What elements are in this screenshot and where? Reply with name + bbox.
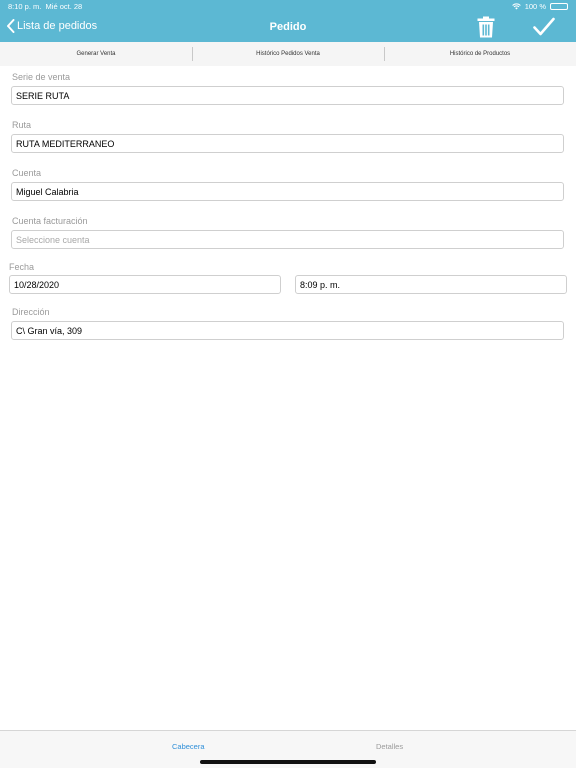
trash-icon[interactable]: [477, 16, 495, 38]
segment-historico-pedidos-venta[interactable]: Histórico Pedidos Venta: [192, 42, 384, 66]
checkmark-icon[interactable]: [533, 17, 555, 37]
status-date-text: Mié oct. 28: [45, 2, 83, 11]
tab-detalles[interactable]: Detalles: [376, 742, 403, 751]
cuenta-label: Cuenta: [12, 168, 42, 178]
segmented-toolbar: Generar Venta Histórico Pedidos Venta Hi…: [0, 42, 576, 66]
fecha-time-input[interactable]: [295, 275, 567, 294]
status-time: 8:10 p. m. Mié oct. 28: [8, 2, 82, 11]
cuenta-facturacion-input[interactable]: [11, 230, 564, 249]
direccion-label: Dirección: [12, 307, 50, 317]
segment-generar-venta[interactable]: Generar Venta: [0, 42, 192, 66]
tab-cabecera[interactable]: Cabecera: [172, 742, 205, 751]
ruta-input[interactable]: [11, 134, 564, 153]
cuenta-input[interactable]: [11, 182, 564, 201]
battery-icon: [550, 3, 568, 10]
fecha-label: Fecha: [9, 262, 35, 272]
ruta-label: Ruta: [12, 120, 32, 130]
segment-historico-productos[interactable]: Histórico de Productos: [384, 42, 576, 66]
cuenta-facturacion-label: Cuenta facturación: [12, 216, 88, 226]
navigation-header: 8:10 p. m. Mié oct. 28 100 % Lista de pe…: [0, 0, 576, 42]
status-indicators: 100 %: [511, 2, 568, 11]
direccion-input[interactable]: [11, 321, 564, 340]
screen: 8:10 p. m. Mié oct. 28 100 % Lista de pe…: [0, 0, 576, 768]
status-time-text: 8:10 p. m.: [8, 2, 42, 11]
serie-label: Serie de venta: [12, 72, 71, 82]
battery-percent: 100 %: [524, 2, 546, 11]
fecha-date-input[interactable]: [9, 275, 281, 294]
home-indicator: [200, 760, 376, 764]
serie-input[interactable]: [11, 86, 564, 105]
wifi-icon: [511, 3, 521, 10]
